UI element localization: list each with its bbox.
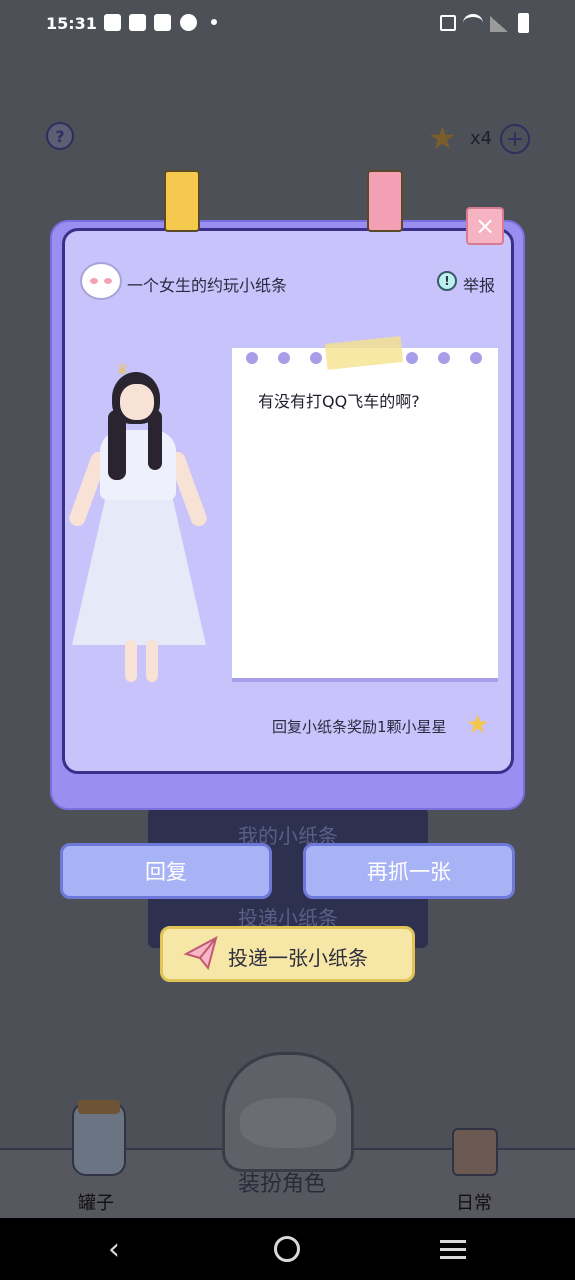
grab-again-label: 再抓一张	[367, 860, 451, 884]
help-button[interactable]: ?	[46, 122, 74, 150]
clip-icon	[367, 170, 403, 232]
sender-label: 一个女生的约玩小纸条	[127, 276, 288, 295]
send-note-label: 投递一张小纸条	[228, 946, 368, 970]
character-leg	[125, 640, 137, 682]
vibrate-icon	[440, 15, 456, 31]
close-icon: ×	[474, 212, 496, 240]
back-icon[interactable]: ‹	[108, 1232, 120, 1267]
status-time: 15:31	[46, 14, 97, 33]
close-button[interactable]: ×	[466, 207, 504, 245]
reply-label: 回复	[145, 860, 187, 884]
grab-again-button[interactable]: 再抓一张	[303, 843, 515, 899]
recents-icon[interactable]	[440, 1240, 466, 1260]
help-icon: ?	[55, 126, 65, 146]
add-stars-button[interactable]: +	[500, 124, 530, 154]
star-count: x4	[470, 128, 493, 149]
wifi-icon	[463, 14, 483, 32]
clip-icon	[164, 170, 200, 232]
note-hole	[438, 352, 450, 364]
reward-text: 回复小纸条奖励1颗小星星	[272, 718, 447, 736]
note-hole	[278, 352, 290, 364]
notification-icon	[154, 14, 171, 31]
notification-icon	[129, 14, 146, 31]
plus-icon: +	[505, 126, 525, 152]
note-message: 有没有打QQ飞车的啊?	[258, 392, 420, 411]
star-icon: ★	[466, 710, 490, 740]
character-leg	[146, 640, 158, 682]
home-icon[interactable]	[274, 1236, 300, 1262]
paper-plane-icon	[183, 936, 218, 971]
jar-lid	[78, 1100, 120, 1114]
note-hole	[406, 352, 418, 364]
character-face	[120, 384, 154, 420]
speedometer-icon	[180, 14, 197, 31]
report-button[interactable]: 举报	[463, 272, 495, 296]
nav-jar-label[interactable]: 罐子	[78, 1189, 114, 1215]
note-hole	[246, 352, 258, 364]
dot-icon	[211, 19, 217, 25]
status-bar: 15:31	[0, 0, 575, 48]
note-hole	[310, 352, 322, 364]
mascot-face	[240, 1098, 336, 1148]
star-icon: ★	[428, 119, 457, 157]
daily-icon[interactable]	[452, 1128, 498, 1176]
sender-avatar	[80, 262, 122, 300]
battery-icon	[518, 13, 529, 33]
warning-icon[interactable]: !	[437, 271, 457, 291]
note-hole	[470, 352, 482, 364]
crown-icon: ♛	[116, 362, 129, 378]
notification-icon	[104, 14, 121, 31]
nav-daily-label[interactable]: 日常	[456, 1189, 492, 1215]
reply-button[interactable]: 回复	[60, 843, 272, 899]
signal-icon	[490, 16, 508, 32]
nav-role-label[interactable]: 装扮角色	[238, 1166, 326, 1198]
